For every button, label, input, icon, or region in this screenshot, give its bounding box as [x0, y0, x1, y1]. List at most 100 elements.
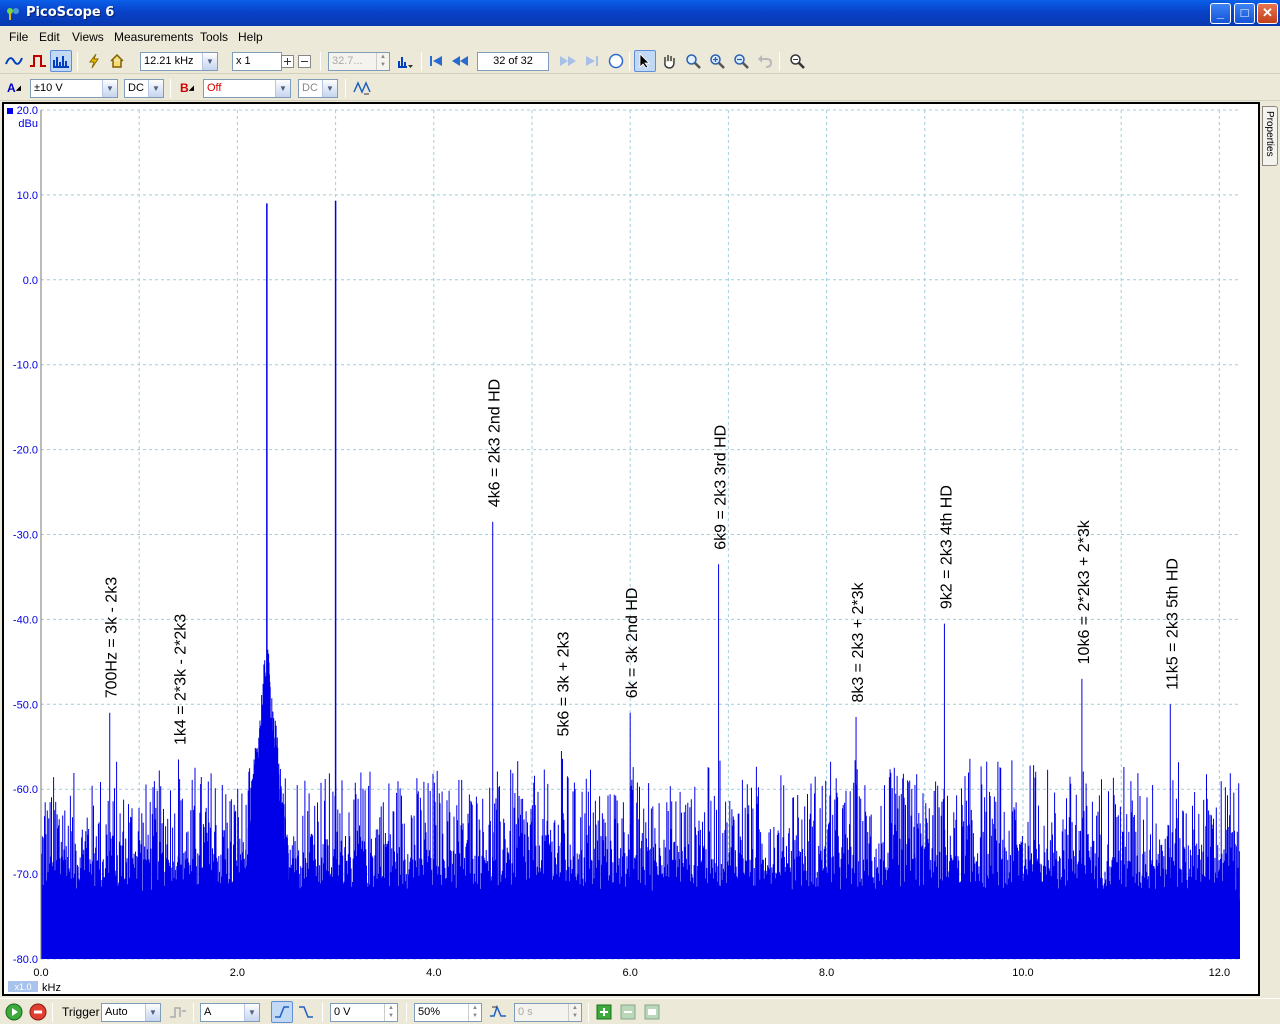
pre-trigger-input[interactable]: 50% ▲ ▼ [414, 1003, 482, 1022]
minimize-button[interactable]: _ [1210, 3, 1231, 24]
trigger-source-select[interactable]: A ▼ [200, 1003, 260, 1022]
peak-annotation: 4k6 = 2k3 2nd HD [487, 379, 504, 508]
menu-views[interactable]: Views [72, 30, 104, 44]
chevron-down-icon: ▼ [148, 80, 163, 97]
frequency-range-select[interactable]: 12.21 kHz ▼ [140, 52, 218, 71]
start-button[interactable] [3, 1001, 25, 1023]
previous-buffer-button[interactable] [449, 50, 471, 72]
trigger-mode-value: Auto [105, 1006, 128, 1018]
select-tool-button[interactable] [634, 50, 656, 72]
chevron-down-icon: ▼ [145, 1004, 160, 1021]
falling-edge-button[interactable] [295, 1001, 317, 1023]
channel-b-range-select[interactable]: Off ▼ [203, 79, 291, 98]
peak-annotation: 11k5 = 2k3 5th HD [1164, 558, 1181, 690]
zoom-in-button[interactable] [706, 50, 728, 72]
window-titlebar: PicoScope 6 _ □ ✕ [0, 0, 1280, 26]
y-tick-label: 20.0 [17, 105, 38, 117]
y-tick-label: -20.0 [13, 445, 38, 457]
trigger-mode-select[interactable]: Auto ▼ [101, 1003, 161, 1022]
zoom-out-step-button[interactable] [296, 50, 312, 72]
x-tick-label: 2.0 [230, 967, 245, 979]
trigger-delay-value: 0 s [518, 1006, 533, 1018]
zoom-overview-button[interactable] [786, 50, 808, 72]
channel-b-coupling-select[interactable]: DC ▼ [298, 79, 338, 98]
zoom-tool-button[interactable] [682, 50, 704, 72]
spectrum-view[interactable]: 20.0 10.0 0.0 -10.0 -20.0 -30.0 -40.0 -50.0 -60.… [2, 102, 1260, 996]
skip-first-icon [430, 56, 442, 66]
spectrum-options-button[interactable] [395, 50, 417, 72]
menu-help[interactable]: Help [238, 30, 263, 44]
menu-measurements[interactable]: Measurements [114, 30, 193, 44]
home-icon [110, 53, 124, 68]
picoscope-app-icon [7, 8, 19, 20]
cursor-arrow-icon [639, 53, 650, 69]
x-tick-label: 6.0 [623, 967, 638, 979]
menu-edit[interactable]: Edit [39, 30, 60, 44]
last-buffer-button[interactable] [581, 50, 603, 72]
add-ruler-button[interactable] [593, 1001, 615, 1023]
noise-floor-body [41, 899, 1240, 959]
close-button[interactable]: ✕ [1257, 3, 1278, 24]
remove-icon [620, 1004, 636, 1020]
rising-edge-button[interactable] [271, 1001, 293, 1023]
advanced-trigger-icon [170, 1007, 186, 1018]
peak-annotation: 6k = 3k 2nd HD [624, 588, 641, 699]
undo-icon [758, 55, 773, 68]
remove-ruler-button[interactable] [617, 1001, 639, 1023]
scope-mode-button[interactable] [3, 50, 25, 72]
frequency-range-value: 12.21 kHz [144, 55, 194, 67]
add-icon [596, 1004, 612, 1020]
zoom-fit-icon [790, 54, 805, 69]
channel-a-options-button[interactable]: A ◢ [3, 77, 25, 99]
spectrum-chart: 20.0 10.0 0.0 -10.0 -20.0 -30.0 -40.0 -50.0 -60.… [7, 105, 1240, 994]
trigger-threshold-input[interactable]: 0 V ▲ ▼ [330, 1003, 398, 1022]
trigger-delay-input[interactable]: 0 s ▲ ▼ [514, 1003, 582, 1022]
stop-button[interactable] [27, 1001, 49, 1023]
spinner-icon: ▲ ▼ [376, 53, 389, 70]
trigger-source-value: A [204, 1006, 212, 1018]
spinner-icon: ▲ ▼ [384, 1004, 397, 1021]
spectrum-mode-icon [53, 56, 69, 68]
math-channels-button[interactable] [351, 77, 373, 99]
zoom-in-step-button[interactable] [279, 50, 295, 72]
channel-b-options-button[interactable]: B ◢ [176, 77, 198, 99]
channel-b-options-arrow-icon: ◢ [188, 85, 195, 92]
chevron-down-icon: ▼ [244, 1004, 259, 1021]
hand-tool-button[interactable] [658, 50, 680, 72]
first-buffer-button[interactable] [425, 50, 447, 72]
offset-value: 32.7... [332, 55, 363, 67]
trigger-threshold-value: 0 V [334, 1006, 351, 1018]
x-tick-label: 10.0 [1012, 967, 1033, 979]
default-setup-button[interactable] [106, 50, 128, 72]
peak-annotation: 1k4 = 2*3k - 2*2k3 [172, 614, 189, 745]
trigger-toolbar: Trigger Auto ▼ A ▼ 0 V ▲ ▼ 50% ▲ ▼ 0 s ▲ ▼ [0, 998, 1280, 1024]
y-axis-label: dBu [18, 118, 38, 130]
spectrum-mode-button[interactable] [50, 50, 72, 72]
buffer-position-field[interactable]: 32 of 32 [477, 52, 549, 71]
next-buffer-button[interactable] [557, 50, 579, 72]
x-tick-label: 12.0 [1209, 967, 1230, 979]
menu-file[interactable]: File [9, 30, 28, 44]
advanced-trigger-button[interactable] [167, 1001, 189, 1023]
auto-setup-button[interactable] [83, 50, 105, 72]
channel-a-range-value: ±10 V [34, 82, 63, 94]
post-trigger-delay-button[interactable] [487, 1001, 509, 1023]
undo-zoom-button[interactable] [754, 50, 776, 72]
persistence-mode-button[interactable] [27, 50, 49, 72]
main-toolbar: 12.21 kHz ▼ x 1 32.7... ▲ ▼ 32 of 32 [0, 48, 1280, 74]
ruler-settings-button[interactable] [641, 1001, 663, 1023]
skip-last-icon [586, 56, 598, 66]
zoom-out-button[interactable] [730, 50, 752, 72]
offset-input[interactable]: 32.7... ▲ ▼ [328, 52, 390, 71]
zoom-input[interactable]: x 1 [232, 52, 282, 71]
menu-tools[interactable]: Tools [200, 30, 228, 44]
chevron-down-icon: ▼ [202, 53, 217, 70]
peak-annotation: 5k6 = 3k + 2k3 [555, 631, 572, 736]
persistence-mode-icon [30, 55, 46, 67]
properties-tab[interactable]: Properties [1262, 106, 1278, 166]
maximize-button[interactable]: □ [1234, 3, 1255, 24]
channel-a-range-select[interactable]: ±10 V ▼ [30, 79, 118, 98]
channel-a-coupling-value: DC [128, 82, 144, 94]
channel-a-coupling-select[interactable]: DC ▼ [124, 79, 164, 98]
buffer-navigator-button[interactable] [605, 50, 627, 72]
